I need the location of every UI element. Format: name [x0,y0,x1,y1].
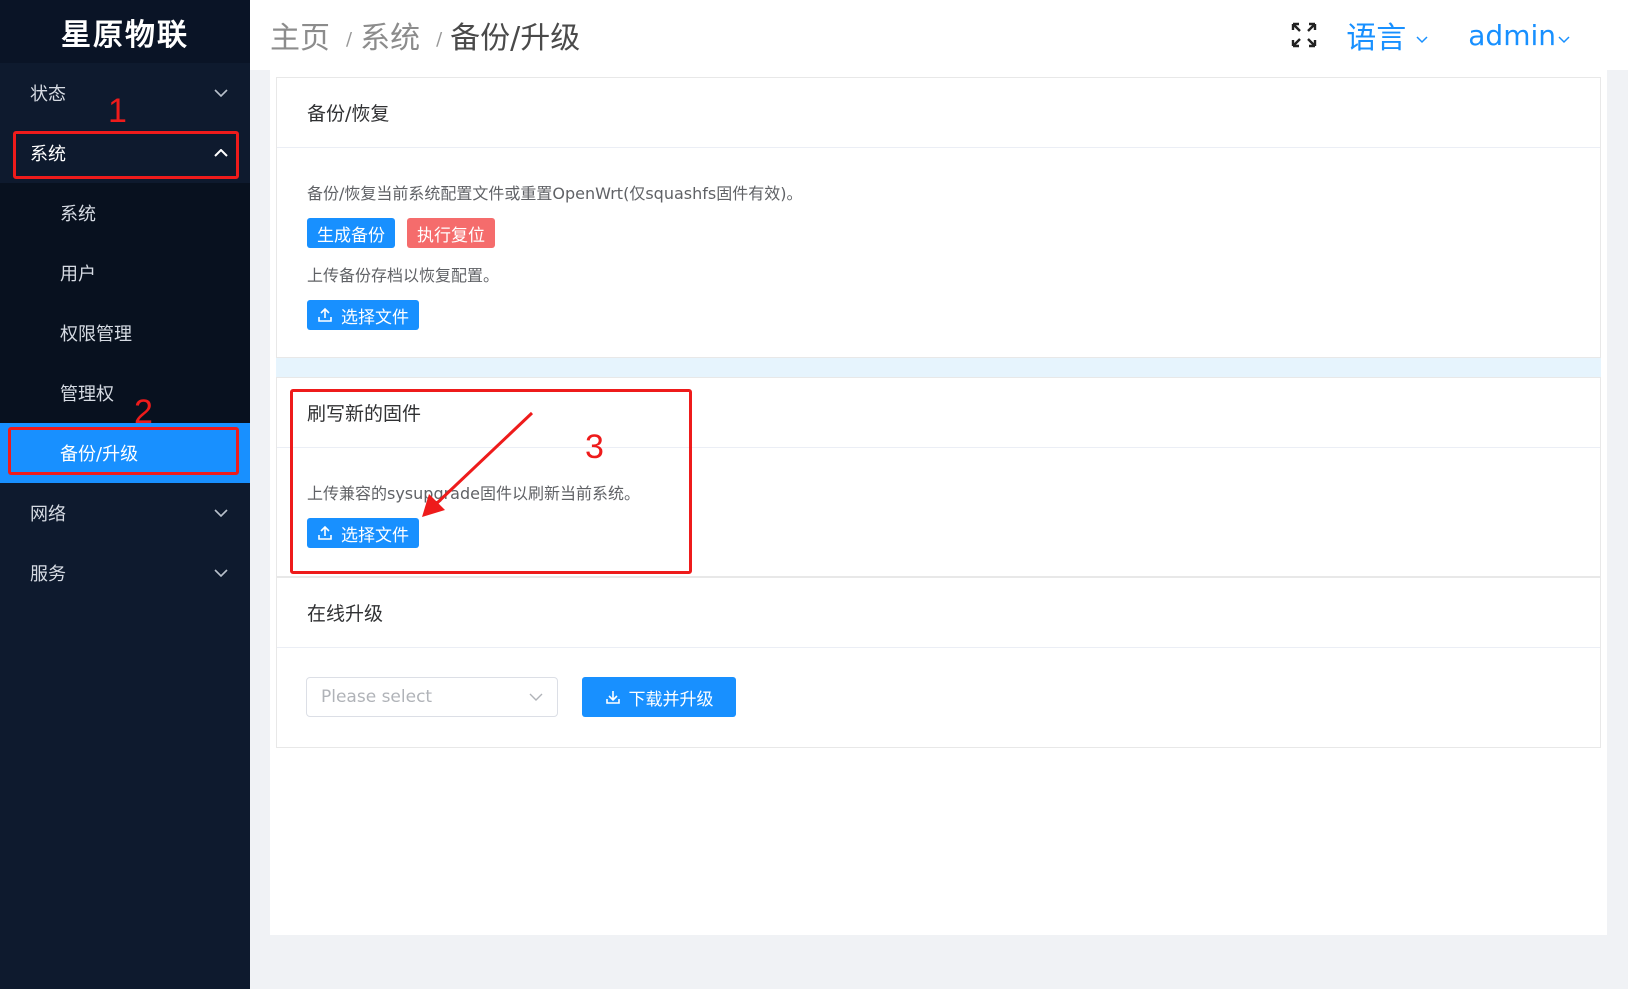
annotation-arrow [422,411,534,517]
